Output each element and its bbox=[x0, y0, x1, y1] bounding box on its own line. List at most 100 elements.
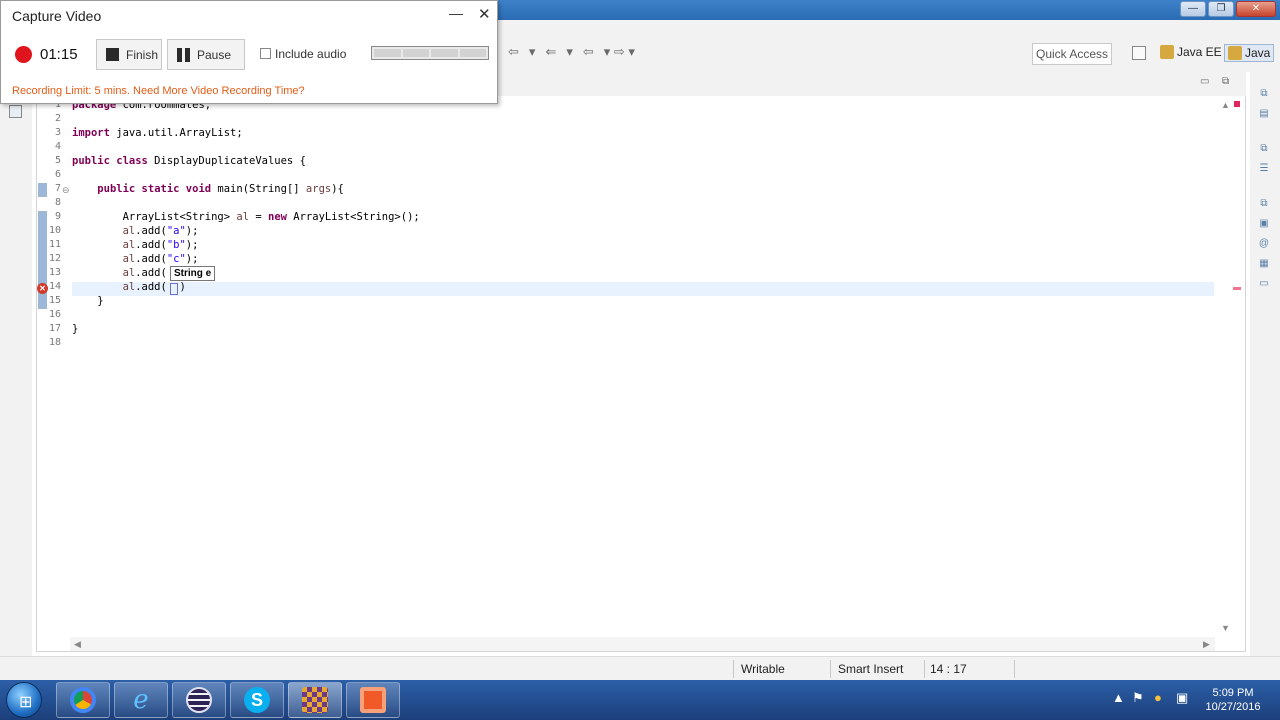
code-token: DisplayDuplicateValues { bbox=[147, 155, 306, 167]
window-restore-button[interactable]: ❐ bbox=[1208, 1, 1234, 17]
overview-error-mark[interactable] bbox=[1233, 287, 1241, 290]
scroll-up-icon[interactable]: ▲ bbox=[1221, 100, 1230, 110]
error-marker-icon[interactable]: ✕ bbox=[37, 283, 48, 294]
code-line[interactable]: al.add( ) bbox=[72, 280, 186, 294]
capture-video-dialog: Capture Video — ✕ 01:15 Finish Pause Inc… bbox=[0, 0, 498, 104]
internet-explorer-icon: e bbox=[133, 685, 149, 715]
back-history-icon[interactable]: ⇦ bbox=[583, 44, 594, 60]
code-line[interactable]: al.add("a"); bbox=[72, 224, 199, 238]
dialog-title: Capture Video bbox=[12, 8, 102, 24]
taskbar-chrome[interactable] bbox=[56, 682, 110, 718]
overview-error-indicator[interactable] bbox=[1234, 101, 1240, 107]
code-token: public class bbox=[72, 155, 148, 167]
line-number: 2 bbox=[54, 113, 61, 124]
code-line[interactable]: } bbox=[72, 322, 78, 336]
include-audio-label[interactable]: Include audio bbox=[275, 47, 346, 61]
java-editor[interactable] bbox=[36, 96, 1246, 652]
line-number: 8 bbox=[54, 197, 61, 208]
taskbar-screen-recorder[interactable] bbox=[346, 682, 400, 718]
task-list-icon[interactable]: ☰ bbox=[1257, 163, 1271, 176]
line-number: 6 bbox=[54, 169, 61, 180]
start-button[interactable]: ⊞ bbox=[6, 682, 42, 718]
code-line[interactable]: import java.util.ArrayList; bbox=[72, 126, 243, 140]
taskbar-eclipse[interactable] bbox=[172, 682, 226, 718]
taskbar-clock[interactable]: 5:09 PM 10/27/2016 bbox=[1196, 686, 1270, 714]
window-close-button[interactable]: ✕ bbox=[1236, 1, 1276, 17]
recording-limit-link[interactable]: Recording Limit: 5 mins. Need More Video… bbox=[12, 85, 305, 97]
line-number: 12 bbox=[48, 253, 61, 264]
console-icon[interactable]: ▭ bbox=[1257, 278, 1271, 291]
left-trim-bar bbox=[0, 96, 32, 656]
scroll-down-icon[interactable]: ▼ bbox=[1221, 623, 1230, 633]
level-segment bbox=[402, 49, 429, 57]
code-token: import bbox=[72, 127, 110, 139]
level-segment bbox=[431, 49, 458, 57]
outline-view-icon[interactable]: ▤ bbox=[1257, 108, 1271, 121]
code-line[interactable]: public static void main(String[] args){ bbox=[72, 182, 344, 196]
current-line-highlight bbox=[72, 282, 1214, 296]
editor-maximize-icon[interactable]: ⧉ bbox=[1222, 76, 1229, 87]
level-segment bbox=[459, 49, 486, 57]
prev-edit-icon[interactable]: ⇐ bbox=[545, 44, 556, 60]
code-line[interactable]: public class DisplayDuplicateValues { bbox=[72, 154, 306, 168]
code-line[interactable]: al.add("b"); bbox=[72, 238, 199, 252]
declaration-icon[interactable]: ▦ bbox=[1257, 258, 1271, 271]
code-token: java.util.ArrayList; bbox=[109, 127, 243, 139]
audio-level-meter bbox=[371, 46, 489, 60]
restore-view-icon[interactable] bbox=[9, 105, 22, 118]
code-token: ); bbox=[185, 225, 199, 237]
code-token: public static void bbox=[97, 183, 212, 195]
nav-forward-icon[interactable]: ▾ bbox=[529, 44, 536, 60]
code-token: "c" bbox=[166, 253, 186, 265]
code-token: ArrayList<String>(); bbox=[286, 211, 420, 223]
nav-back-icon[interactable]: ⇦ bbox=[508, 44, 519, 60]
code-token: "b" bbox=[166, 239, 186, 251]
taskbar-internet-explorer[interactable]: e bbox=[114, 682, 168, 718]
code-line[interactable]: } bbox=[72, 294, 103, 308]
code-line[interactable]: al.add("c"); bbox=[72, 252, 199, 266]
editor-minimize-icon[interactable]: ▭ bbox=[1200, 76, 1209, 87]
horizontal-scrollbar[interactable] bbox=[70, 637, 1215, 651]
status-writable: Writable bbox=[741, 662, 785, 676]
restore-icon[interactable]: ⧉ bbox=[1257, 143, 1271, 156]
problems-icon[interactable]: ▣ bbox=[1257, 218, 1271, 231]
tray-app-icon[interactable]: ● bbox=[1154, 690, 1162, 705]
perspective-java-button[interactable]: Java bbox=[1224, 44, 1275, 62]
pause-icon bbox=[177, 47, 190, 62]
show-hidden-icons[interactable]: ▲ bbox=[1112, 690, 1125, 705]
next-edit-icon[interactable]: ▾ bbox=[566, 44, 573, 60]
quick-access-input[interactable]: Quick Access bbox=[1032, 43, 1112, 65]
code-line[interactable]: ArrayList<String> al = new ArrayList<Str… bbox=[72, 210, 420, 224]
forward-history-icon[interactable]: ▾ ⇨ ▾ bbox=[604, 44, 635, 60]
taskbar-java-ee-ide[interactable] bbox=[288, 682, 342, 718]
line-number: 9 bbox=[54, 211, 61, 222]
open-perspective-icon[interactable] bbox=[1132, 46, 1146, 60]
javadoc-icon[interactable]: @ bbox=[1257, 238, 1271, 251]
java-ee-ide-icon bbox=[302, 687, 328, 713]
code-token: al bbox=[72, 225, 136, 237]
code-token: = bbox=[249, 211, 268, 223]
code-token: al bbox=[72, 281, 136, 293]
clock-time: 5:09 PM bbox=[1212, 687, 1254, 699]
code-token: al bbox=[236, 211, 250, 223]
pause-button[interactable]: Pause bbox=[167, 39, 245, 70]
dialog-close-button[interactable]: ✕ bbox=[478, 5, 491, 23]
finish-button[interactable]: Finish bbox=[96, 39, 162, 70]
action-center-flag-icon[interactable]: ⚑ bbox=[1132, 690, 1144, 706]
status-insert-mode[interactable]: Smart Insert bbox=[838, 662, 903, 676]
restore-icon[interactable]: ⧉ bbox=[1257, 198, 1271, 211]
code-token: ArrayList<String> bbox=[72, 211, 237, 223]
include-audio-checkbox[interactable] bbox=[260, 48, 271, 59]
parameter-hint-popup: String e bbox=[170, 266, 216, 281]
code-line[interactable]: al.add( bbox=[72, 266, 167, 280]
perspective-javaee-button[interactable]: Java EE bbox=[1160, 45, 1222, 59]
taskbar-skype[interactable]: S bbox=[230, 682, 284, 718]
window-minimize-button[interactable]: — bbox=[1180, 1, 1206, 17]
restore-icon[interactable]: ⧉ bbox=[1257, 88, 1271, 101]
code-token: ){ bbox=[331, 183, 344, 195]
dialog-minimize-button[interactable]: — bbox=[449, 5, 463, 21]
network-icon[interactable]: ▣ bbox=[1176, 690, 1188, 706]
scroll-right-icon[interactable]: ▶ bbox=[1203, 639, 1210, 650]
taskbar: ⊞ e S ▲ ⚑ ● ▣ bbox=[0, 680, 1280, 720]
scroll-left-icon[interactable]: ◀ bbox=[74, 639, 81, 650]
